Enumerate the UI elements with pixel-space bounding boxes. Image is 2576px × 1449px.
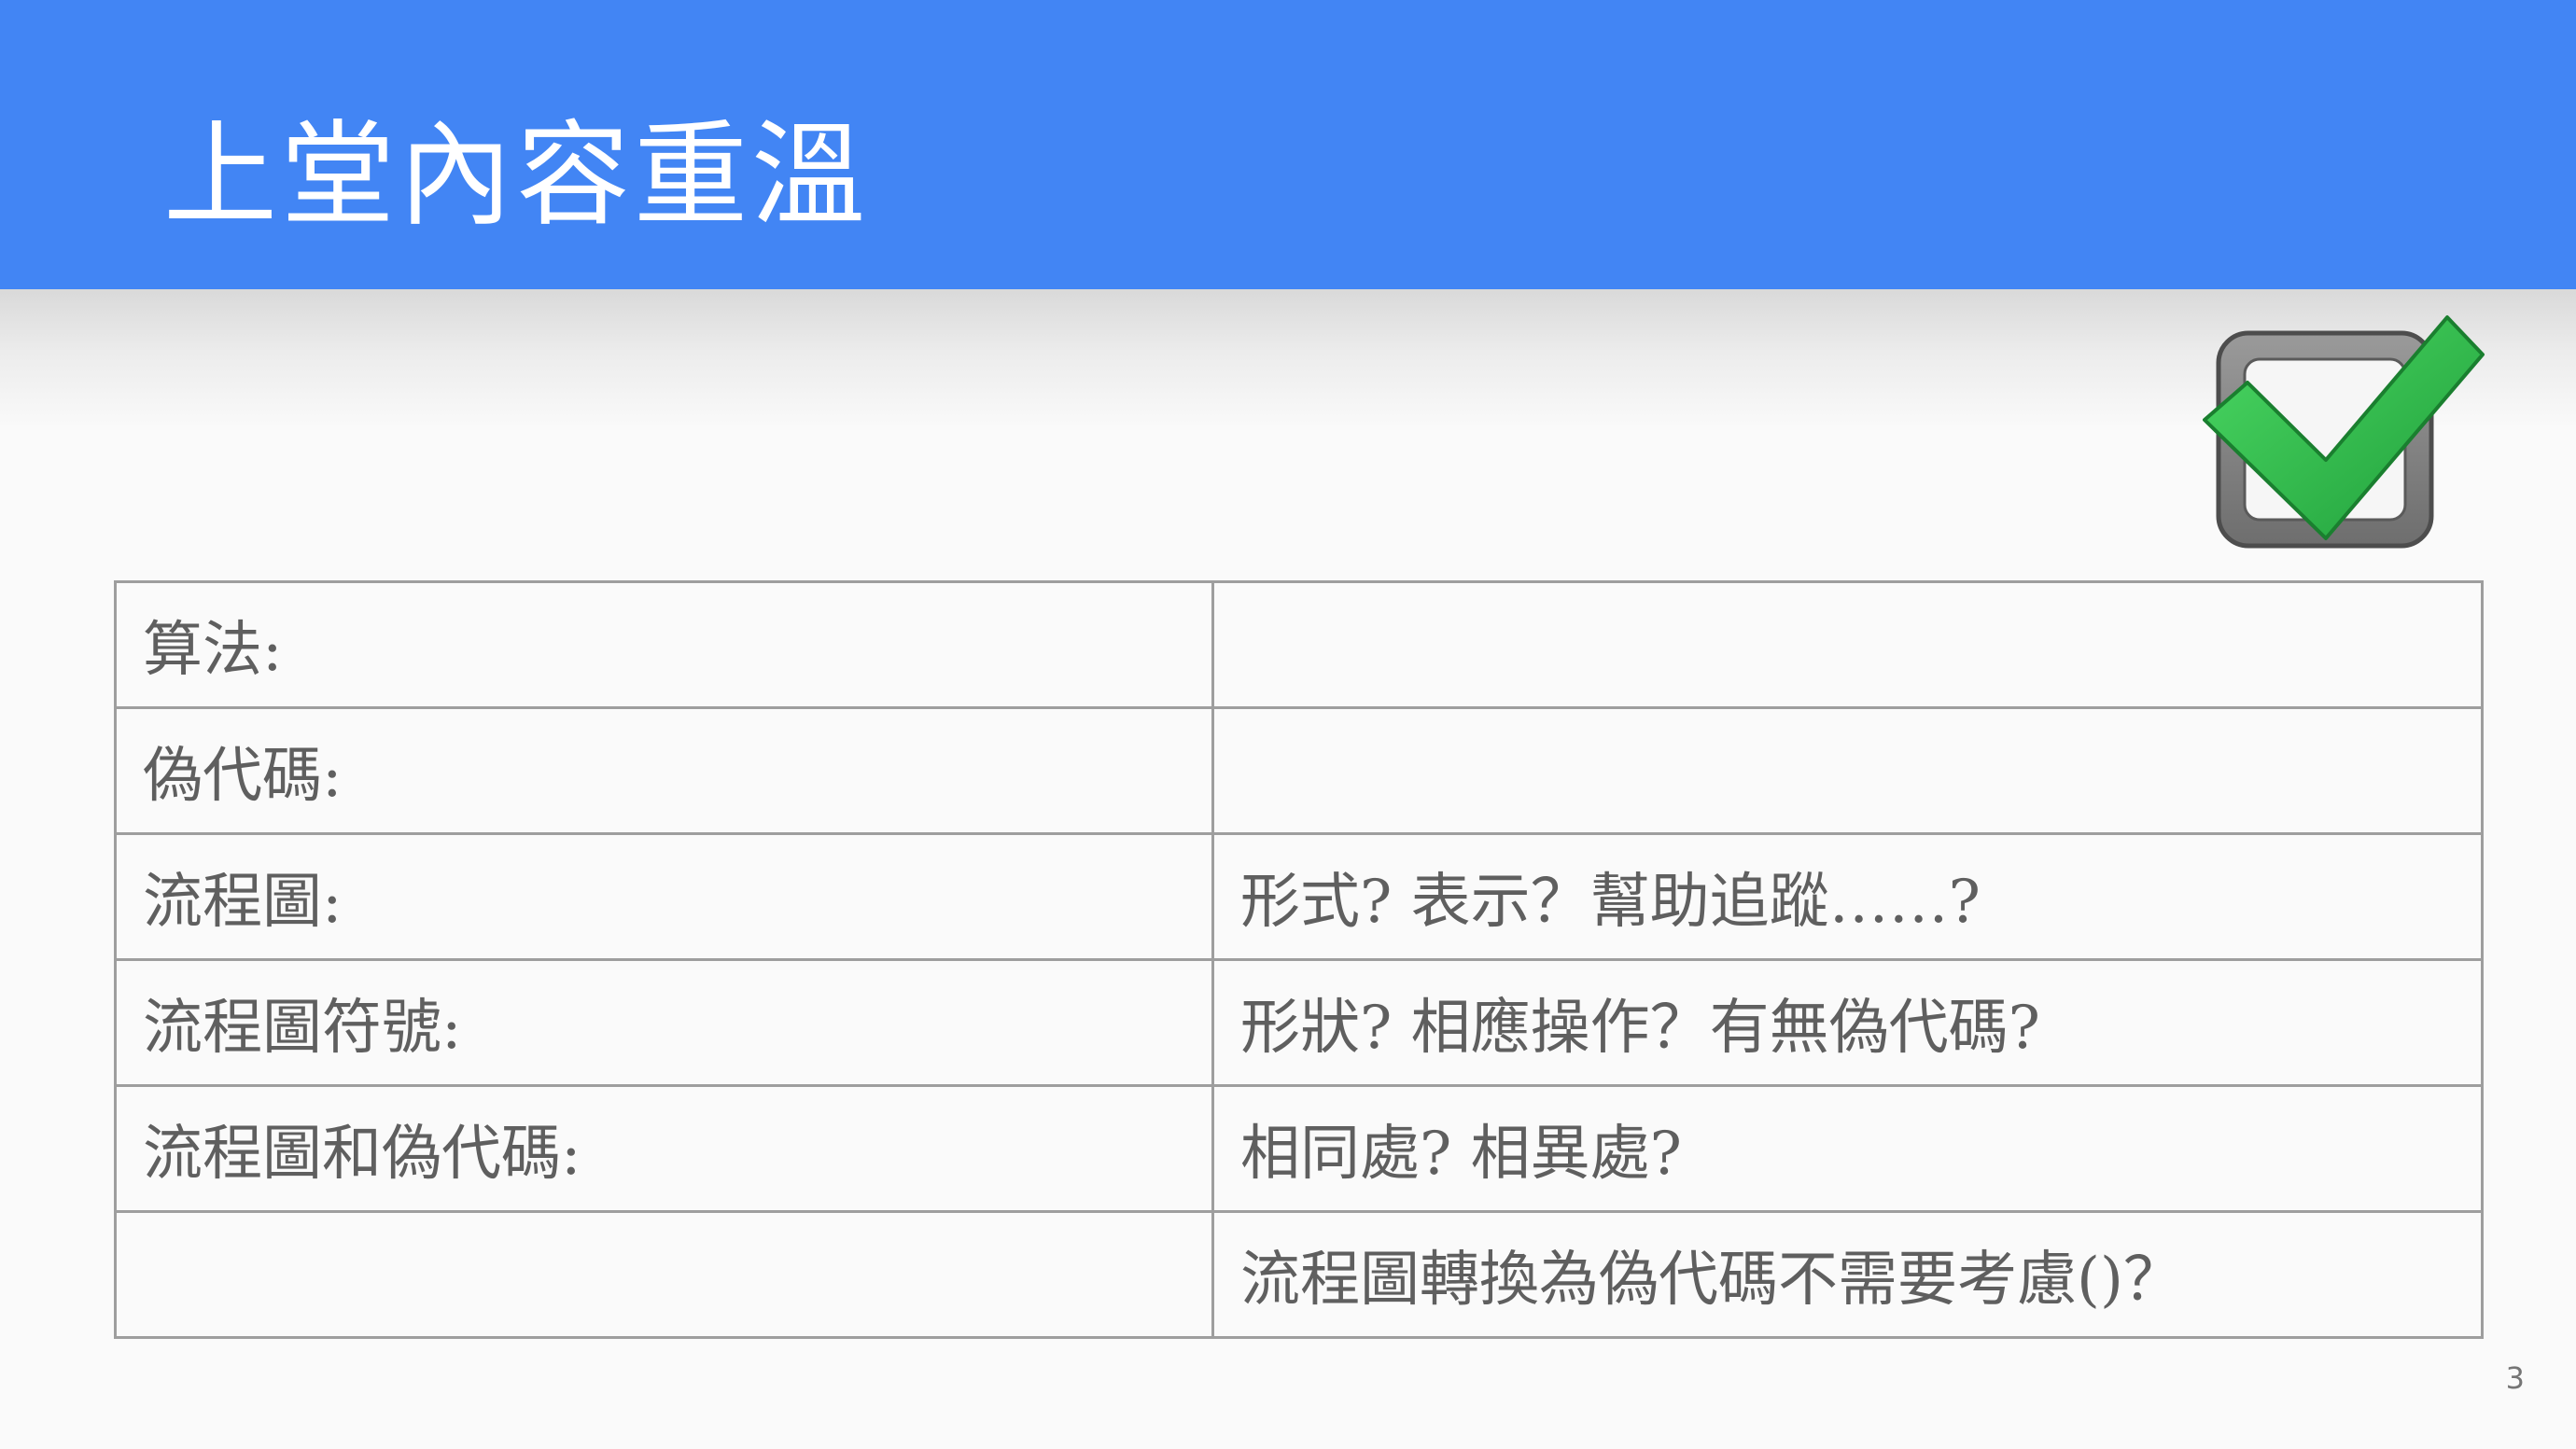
table-row: 流程圖符號: 形狀? 相應操作？有無偽代碼? — [114, 958, 2484, 1087]
title-bar-shadow — [0, 289, 2576, 429]
row-note: 相同處? 相異處? — [1211, 1084, 2484, 1213]
row-note — [1211, 580, 2484, 709]
table-row: 偽代碼: — [114, 706, 2484, 835]
table-row: 流程圖和偽代碼: 相同處? 相異處? — [114, 1084, 2484, 1213]
row-note: 形狀? 相應操作？有無偽代碼? — [1211, 958, 2484, 1087]
row-label: 流程圖符號: — [114, 958, 1214, 1087]
row-label: 偽代碼: — [114, 706, 1214, 835]
table-row: 流程圖轉換為偽代碼不需要考慮()？ — [114, 1210, 2484, 1339]
row-note: 流程圖轉換為偽代碼不需要考慮()？ — [1211, 1210, 2484, 1339]
row-note: 形式? 表示？幫助追蹤……? — [1211, 832, 2484, 961]
row-label: 算法: — [114, 580, 1214, 709]
table-row: 算法: — [114, 580, 2484, 709]
row-note — [1211, 706, 2484, 835]
row-label: 流程圖和偽代碼: — [114, 1084, 1214, 1213]
table-row: 流程圖: 形式? 表示？幫助追蹤……? — [114, 832, 2484, 961]
checkbox-checked-icon — [2203, 315, 2485, 549]
slide-title: 上堂內容重溫 — [163, 109, 869, 242]
row-label — [114, 1210, 1214, 1339]
page-number: 3 — [2505, 1360, 2525, 1396]
row-label: 流程圖: — [114, 832, 1214, 961]
review-table: 算法: 偽代碼: 流程圖: 形式? 表示？幫助追蹤……? 流程圖符號: 形狀? … — [114, 580, 2484, 1339]
